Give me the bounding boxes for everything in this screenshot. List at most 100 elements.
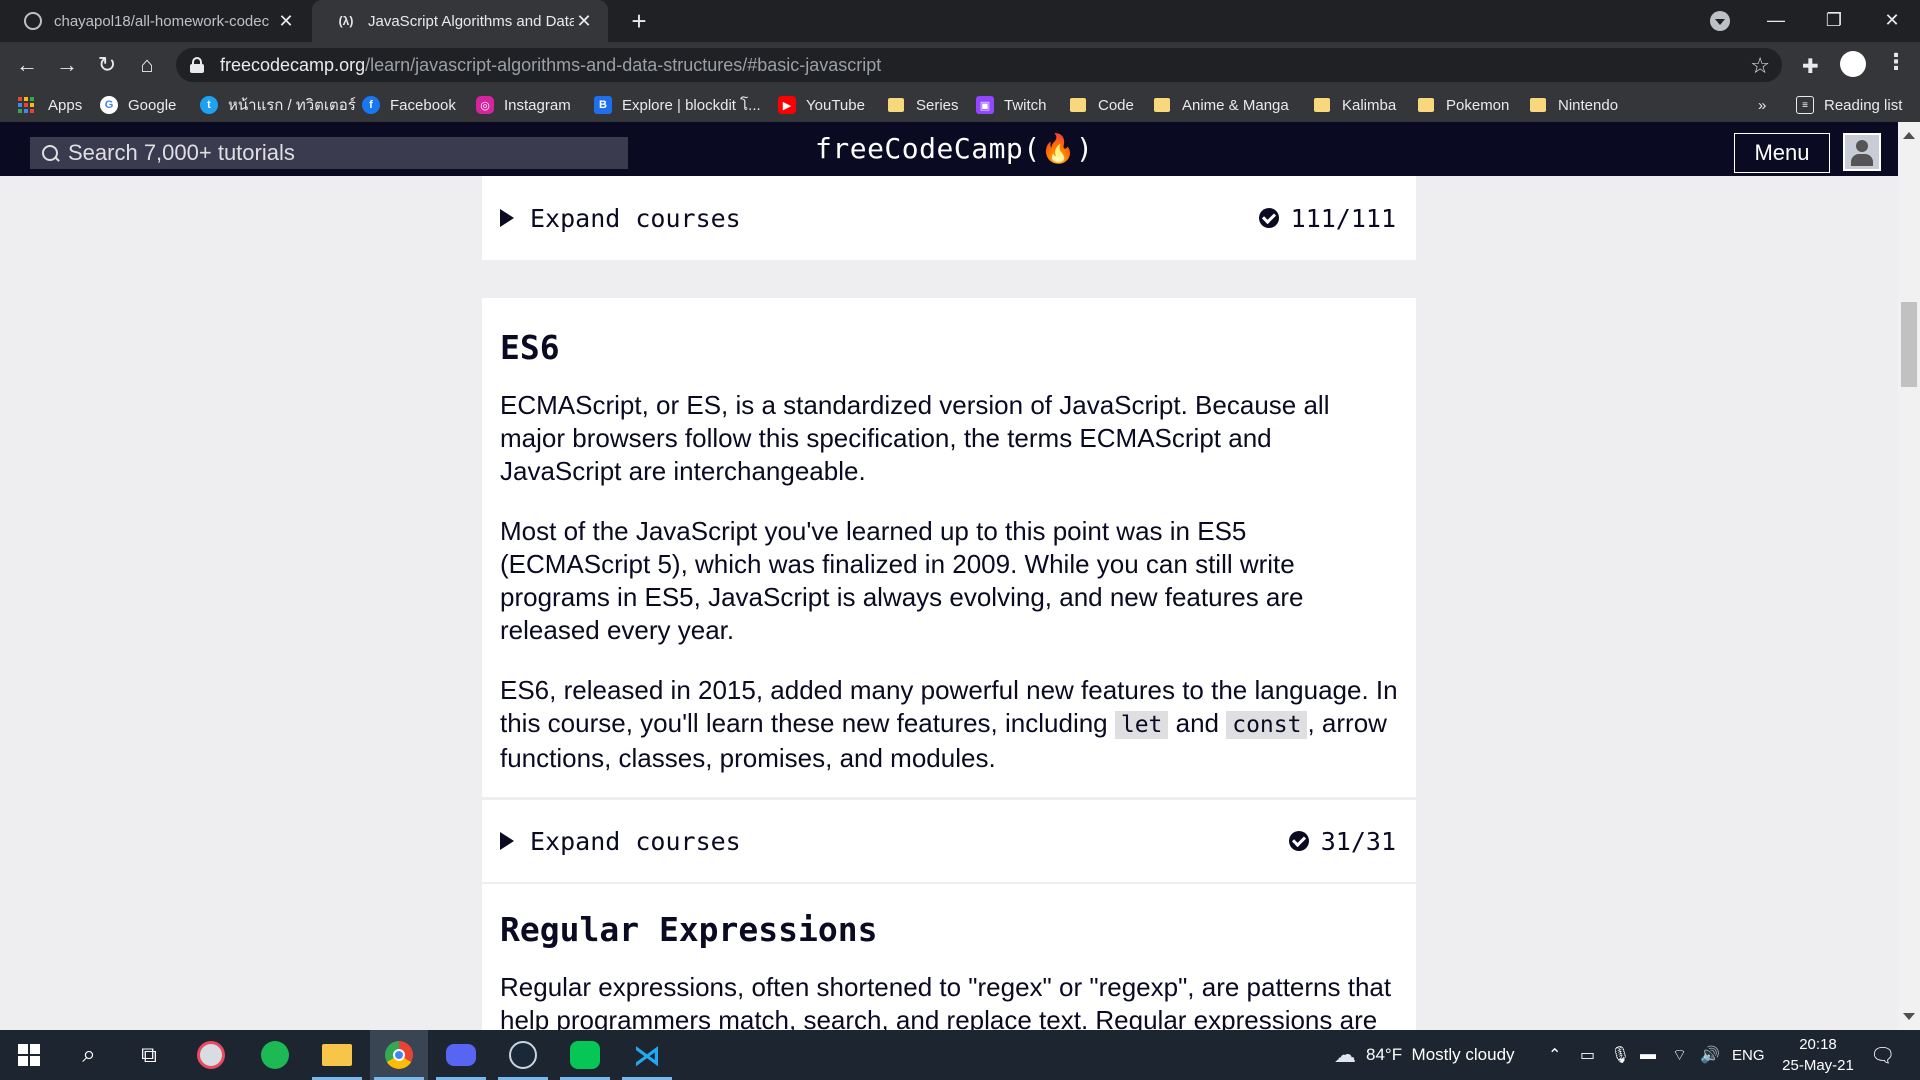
bookmark-star-icon[interactable]: ☆ xyxy=(1750,53,1770,79)
microphone-icon[interactable]: 🎙 xyxy=(1610,1030,1630,1080)
cloudy-icon: ☁ xyxy=(1334,1042,1356,1067)
browser-toolbar: ← → ↻ ⌂ freecodecamp.org/learn/javascrip… xyxy=(0,42,1920,88)
reading-list-button[interactable]: ≡ Reading list xyxy=(1796,88,1902,122)
basic-javascript-card: Expand courses 111/111 xyxy=(482,176,1416,260)
bookmark-label: Nintendo xyxy=(1558,96,1619,114)
tab-search-icon[interactable] xyxy=(1710,11,1730,31)
task-view-icon[interactable]: ⧉ xyxy=(120,1030,178,1080)
more-bookmarks-button[interactable]: » xyxy=(1758,88,1766,122)
bookmark-folder-nintendo[interactable]: Nintendo xyxy=(1530,88,1618,122)
bookmark-folder-code[interactable]: Code xyxy=(1070,88,1134,122)
search-input[interactable]: Search 7,000+ tutorials xyxy=(30,137,628,169)
close-tab-icon[interactable]: ✕ xyxy=(276,11,296,32)
bookmarks-bar: Apps G Google t หน้าแรก / ทวิตเตอร์ f Fa… xyxy=(0,88,1920,122)
expand-courses-button[interactable]: Expand courses 31/31 xyxy=(482,800,1416,882)
folder-icon xyxy=(1418,98,1434,112)
forward-icon[interactable]: → xyxy=(52,50,82,80)
vscode-icon[interactable]: ⋊ xyxy=(618,1030,676,1080)
bookmark-label: Kalimba xyxy=(1342,96,1397,114)
search-icon xyxy=(42,145,58,161)
bookmark-label: Explore | blockdit โ... xyxy=(622,97,761,114)
weather-widget[interactable]: ☁ 84°F Mostly cloudy xyxy=(1334,1030,1515,1080)
bookmark-blockdit[interactable]: B Explore | blockdit โ... xyxy=(594,88,761,122)
bookmark-apps[interactable]: Apps xyxy=(18,88,82,122)
new-tab-button[interactable]: + xyxy=(624,6,654,36)
windows-start-icon[interactable] xyxy=(0,1030,58,1080)
scroll-thumb[interactable] xyxy=(1901,302,1917,387)
fcc-navbar: Search 7,000+ tutorials freeCodeCamp(🔥) … xyxy=(0,122,1898,176)
close-window-icon[interactable]: ✕ xyxy=(1864,0,1920,42)
twitter-icon: t xyxy=(200,96,218,114)
bookmark-facebook[interactable]: f Facebook xyxy=(362,88,456,122)
es6-card: ES6 ECMAScript, or ES, is a standardized… xyxy=(482,298,1416,882)
more-menu-icon[interactable]: ⋮ xyxy=(1885,49,1907,75)
triangle-right-icon xyxy=(500,209,514,227)
folder-icon xyxy=(1530,98,1546,112)
bookmark-label: Series xyxy=(916,96,959,114)
close-tab-icon[interactable]: ✕ xyxy=(574,11,594,32)
user-avatar[interactable] xyxy=(1843,133,1881,171)
weather-text: 84°F Mostly cloudy xyxy=(1366,1045,1515,1064)
section-paragraph: ES6, released in 2015, added many powerf… xyxy=(482,674,1416,797)
bookmark-folder-pokemon[interactable]: Pokemon xyxy=(1418,88,1509,122)
extensions-icon[interactable]: ✚ xyxy=(1802,54,1819,79)
progress-count: 111/111 xyxy=(1290,203,1396,233)
tab-github[interactable]: chayapol18/all-homework-codec ✕ xyxy=(0,0,310,42)
file-explorer-icon[interactable] xyxy=(308,1030,366,1080)
bookmark-folder-anime[interactable]: Anime & Manga xyxy=(1154,88,1289,122)
volume-icon[interactable]: 🔊 xyxy=(1700,1030,1720,1080)
language-indicator[interactable]: ENG xyxy=(1732,1030,1765,1080)
menu-button[interactable]: Menu xyxy=(1734,133,1830,173)
line-icon[interactable] xyxy=(556,1030,614,1080)
bookmark-folder-kalimba[interactable]: Kalimba xyxy=(1314,88,1396,122)
chrome-icon[interactable] xyxy=(370,1030,428,1080)
tab-freecodecamp[interactable]: (λ) JavaScript Algorithms and Data S ✕ xyxy=(312,0,608,42)
section-title: ES6 xyxy=(500,328,560,367)
google-icon: G xyxy=(100,96,118,114)
address-bar[interactable]: freecodecamp.org/learn/javascript-algori… xyxy=(176,48,1782,82)
reload-icon[interactable]: ↻ xyxy=(92,50,122,80)
steam-icon[interactable] xyxy=(494,1030,552,1080)
reading-list-icon: ≡ xyxy=(1796,96,1814,114)
page-scrollbar[interactable] xyxy=(1898,122,1920,1030)
battery-icon[interactable]: ▬ xyxy=(1640,1030,1656,1080)
youtube-icon: ▶ xyxy=(778,96,796,114)
folder-icon xyxy=(1314,98,1330,112)
wifi-icon[interactable]: ⌔ xyxy=(1672,1030,1687,1080)
back-icon[interactable]: ← xyxy=(12,50,42,80)
code-const: const xyxy=(1226,711,1308,739)
folder-icon xyxy=(1154,98,1170,112)
code-let: let xyxy=(1114,711,1169,739)
bookmark-label: Facebook xyxy=(390,96,456,114)
bookmark-youtube[interactable]: ▶ YouTube xyxy=(778,88,865,122)
scroll-down-icon[interactable] xyxy=(1903,1013,1915,1020)
scroll-up-icon[interactable] xyxy=(1903,132,1915,139)
system-clock[interactable]: 20:18 25-May-21 xyxy=(1770,1034,1866,1076)
profile-avatar[interactable] xyxy=(1840,51,1866,77)
bookmark-instagram[interactable]: ◎ Instagram xyxy=(476,88,571,122)
instagram-icon: ◎ xyxy=(476,96,494,114)
home-icon[interactable]: ⌂ xyxy=(132,50,162,80)
notifications-icon[interactable]: 🗨 xyxy=(1870,1030,1895,1080)
url-path: /learn/javascript-algorithms-and-data-st… xyxy=(365,54,882,75)
paragraph-text: and xyxy=(1168,708,1227,738)
clock-date: 25-May-21 xyxy=(1782,1057,1854,1074)
spotify-icon[interactable] xyxy=(246,1030,304,1080)
lock-icon[interactable] xyxy=(190,57,204,73)
meet-now-icon[interactable]: ▭ xyxy=(1580,1030,1595,1080)
paint-icon[interactable] xyxy=(182,1030,240,1080)
minimize-icon[interactable]: — xyxy=(1748,0,1804,42)
discord-icon[interactable] xyxy=(432,1030,490,1080)
folder-icon xyxy=(888,98,904,112)
restore-icon[interactable]: ❐ xyxy=(1806,0,1862,42)
bookmark-twitter[interactable]: t หน้าแรก / ทวิตเตอร์ xyxy=(200,88,356,122)
bookmark-twitch[interactable]: ▣ Twitch xyxy=(976,88,1047,122)
search-icon[interactable]: ⌕ xyxy=(60,1030,118,1080)
section-paragraph: Most of the JavaScript you've learned up… xyxy=(500,516,1304,645)
show-hidden-icons[interactable]: ⌃ xyxy=(1548,1030,1561,1080)
triangle-right-icon xyxy=(500,832,514,850)
expand-courses-button[interactable]: Expand courses 111/111 xyxy=(482,176,1416,260)
freecodecamp-logo[interactable]: freeCodeCamp(🔥) xyxy=(815,132,1093,165)
bookmark-google[interactable]: G Google xyxy=(100,88,176,122)
bookmark-folder-series[interactable]: Series xyxy=(888,88,959,122)
